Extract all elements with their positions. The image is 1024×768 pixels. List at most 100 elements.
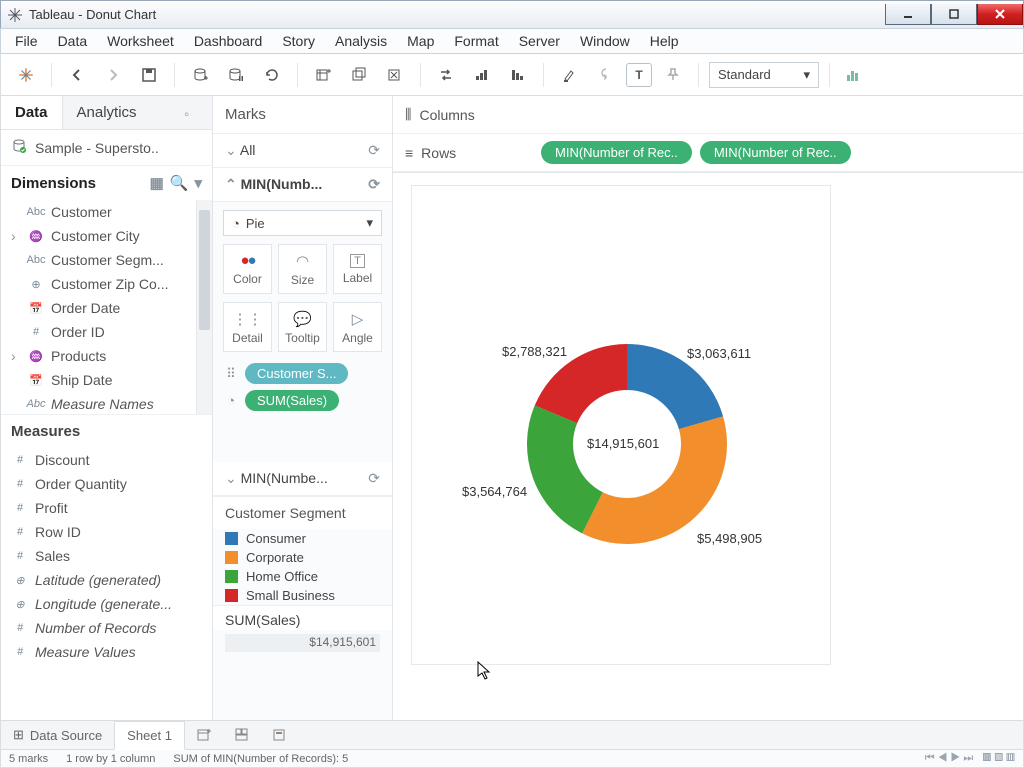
swap-button[interactable] — [431, 60, 461, 90]
new-sheet-button[interactable] — [185, 722, 223, 748]
field-row[interactable]: AbcCustomer — [1, 200, 196, 224]
new-datasource-button[interactable] — [185, 60, 215, 90]
refresh-icon[interactable]: ⟳ — [368, 470, 380, 487]
scroll-thumb[interactable] — [199, 210, 210, 330]
marks-size-button[interactable]: ◠Size — [278, 244, 327, 294]
hierarchy-icon: ♒ — [27, 350, 45, 363]
field-row[interactable]: #Sales — [1, 544, 212, 568]
fit-mode-dropdown[interactable]: Standard ▾ — [709, 62, 819, 88]
field-row[interactable]: 📅Order Date — [1, 296, 196, 320]
menu-window[interactable]: Window — [572, 30, 638, 52]
pill-row[interactable]: ◔SUM(Sales) — [213, 387, 392, 414]
menu-icon[interactable]: ▾ — [194, 174, 202, 192]
window-minimize-button[interactable] — [885, 4, 931, 25]
refresh-icon[interactable]: ⟳ — [368, 142, 380, 159]
field-row[interactable]: #Discount — [1, 448, 212, 472]
field-row[interactable]: AbcMeasure Names — [1, 392, 196, 414]
field-row[interactable]: 📅Ship Date — [1, 368, 196, 392]
marks-btn-label: Angle — [342, 331, 373, 345]
shelf-pill[interactable]: MIN(Number of Rec.. — [700, 141, 851, 164]
tab-datasource[interactable]: ⊞Data Source — [1, 721, 114, 749]
field-row[interactable]: #Order Quantity — [1, 472, 212, 496]
sort-asc-button[interactable] — [467, 60, 497, 90]
marks-angle-button[interactable]: ▷ Angle — [333, 302, 382, 352]
legend-label: Home Office — [246, 569, 318, 584]
legend-item[interactable]: Home Office — [213, 567, 392, 586]
menu-format[interactable]: Format — [446, 30, 506, 52]
sort-desc-button[interactable] — [503, 60, 533, 90]
tab-analytics[interactable]: Analytics ◦ — [62, 96, 212, 129]
pause-updates-button[interactable] — [221, 60, 251, 90]
marks-card-all[interactable]: ⌄ All⟳ — [213, 134, 392, 168]
save-button[interactable] — [134, 60, 164, 90]
field-row[interactable]: ›♒Customer City — [1, 224, 196, 248]
field-row[interactable]: ⊕Longitude (generate... — [1, 592, 212, 616]
forward-button[interactable] — [98, 60, 128, 90]
field-row[interactable]: ⊕Latitude (generated) — [1, 568, 212, 592]
duplicate-button[interactable] — [344, 60, 374, 90]
mark-type-label: Pie — [246, 216, 265, 231]
marks-label-button[interactable]: TLabel — [333, 244, 382, 294]
menu-data[interactable]: Data — [50, 30, 96, 52]
menu-story[interactable]: Story — [274, 30, 323, 52]
tableau-icon[interactable] — [11, 60, 41, 90]
angle-icon: ▷ — [352, 310, 364, 328]
mark-type-dropdown[interactable]: ◔Pie ▾ — [223, 210, 382, 236]
measures-header: Measures — [1, 414, 212, 448]
menu-map[interactable]: Map — [399, 30, 442, 52]
search-icon[interactable]: 🔍 — [170, 174, 189, 192]
clear-button[interactable] — [380, 60, 410, 90]
highlight-button[interactable] — [554, 60, 584, 90]
view-icon[interactable]: ▦ — [150, 174, 164, 192]
marks-card-first[interactable]: ⌃ MIN(Numb...⟳ — [213, 168, 392, 202]
new-dashboard-button[interactable] — [223, 722, 261, 748]
tab-data[interactable]: Data — [1, 96, 62, 129]
rows-shelf[interactable]: ≡Rows MIN(Number of Rec.. MIN(Number of … — [393, 134, 1023, 172]
new-story-button[interactable] — [261, 722, 299, 748]
field-row[interactable]: #Number of Records — [1, 616, 212, 640]
field-row[interactable]: ⊕Customer Zip Co... — [1, 272, 196, 296]
legend-item[interactable]: Consumer — [213, 529, 392, 548]
pill-row[interactable]: ⠿Customer S... — [213, 360, 392, 387]
shelf-pill[interactable]: MIN(Number of Rec.. — [541, 141, 692, 164]
menu-help[interactable]: Help — [642, 30, 687, 52]
marks-color-button[interactable]: ●●Color — [223, 244, 272, 294]
expand-icon[interactable]: › — [11, 348, 21, 364]
window-close-button[interactable] — [977, 4, 1023, 25]
segment-pill[interactable]: Customer S... — [245, 363, 348, 384]
field-row[interactable]: #Profit — [1, 496, 212, 520]
menu-file[interactable]: File — [7, 30, 46, 52]
field-row[interactable]: #Row ID — [1, 520, 212, 544]
sales-pill[interactable]: SUM(Sales) — [245, 390, 339, 411]
marks-detail-button[interactable]: ⋮⋮Detail — [223, 302, 272, 352]
legend-item[interactable]: Corporate — [213, 548, 392, 567]
refresh-button[interactable] — [257, 60, 287, 90]
menu-dashboard[interactable]: Dashboard — [186, 30, 271, 52]
pin-button[interactable] — [658, 60, 688, 90]
datasource-row[interactable]: Sample - Supersto.. — [1, 130, 212, 166]
marks-tooltip-button[interactable]: 💬Tooltip — [278, 302, 327, 352]
refresh-icon[interactable]: ⟳ — [368, 176, 380, 193]
menu-server[interactable]: Server — [511, 30, 568, 52]
field-row[interactable]: AbcCustomer Segm... — [1, 248, 196, 272]
field-row[interactable]: #Order ID — [1, 320, 196, 344]
menu-analysis[interactable]: Analysis — [327, 30, 395, 52]
columns-shelf[interactable]: ⫼Columns — [393, 96, 1023, 134]
field-row[interactable]: ›♒Products — [1, 344, 196, 368]
field-row[interactable]: #Measure Values — [1, 640, 212, 664]
menu-worksheet[interactable]: Worksheet — [99, 30, 182, 52]
labels-button[interactable]: T — [626, 63, 652, 87]
status-nav-icons[interactable]: ⏮ ◀ ▶ ⏭ ▦ ▤ ▥ — [925, 752, 1015, 765]
marks-card-second[interactable]: ⌄ MIN(Numbe...⟳ — [213, 462, 392, 496]
group-button[interactable] — [590, 60, 620, 90]
tab-sheet1[interactable]: Sheet 1 — [114, 721, 185, 750]
legend-item[interactable]: Small Business — [213, 586, 392, 605]
new-worksheet-button[interactable] — [308, 60, 338, 90]
field-label: Measure Names — [51, 396, 154, 412]
scrollbar[interactable] — [196, 200, 212, 414]
expand-icon[interactable]: › — [11, 228, 21, 244]
back-button[interactable] — [62, 60, 92, 90]
show-me-button[interactable] — [840, 60, 870, 90]
donut-chart[interactable]: $3,063,611 $5,498,905 $3,564,764 $2,788,… — [411, 185, 831, 665]
window-maximize-button[interactable] — [931, 4, 977, 25]
